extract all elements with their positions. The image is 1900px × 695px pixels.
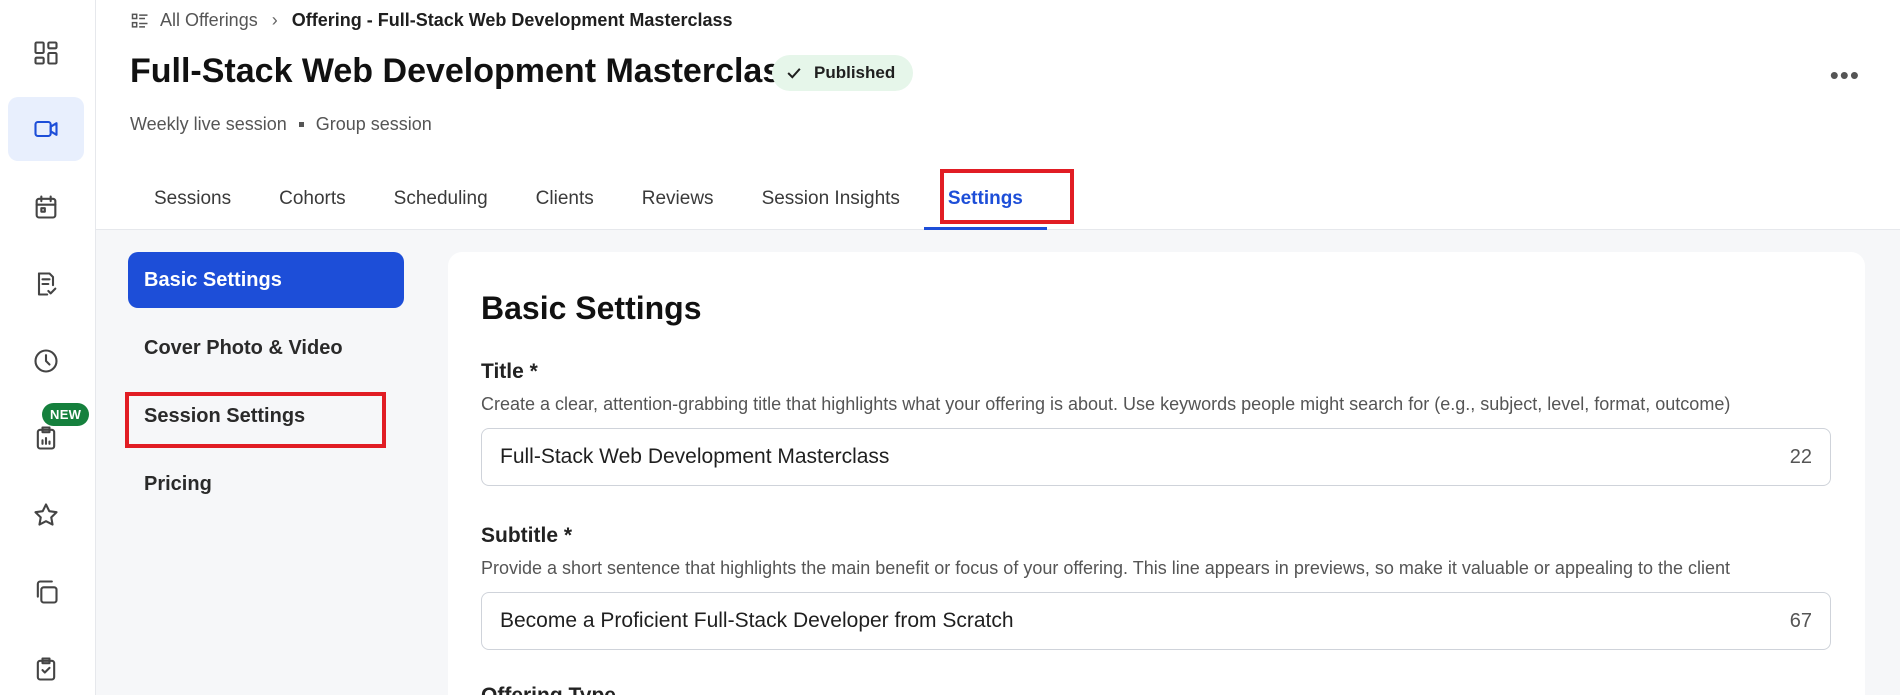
- rail-dashboard[interactable]: [8, 21, 84, 85]
- offering-type-label: Offering Type: [481, 684, 616, 695]
- menu-basic-settings[interactable]: Basic Settings: [128, 252, 404, 308]
- subtitle-input[interactable]: Become a Proficient Full-Stack Developer…: [481, 592, 1831, 650]
- status-badge-label: Published: [814, 63, 896, 82]
- tab-reviews[interactable]: Reviews: [618, 170, 738, 230]
- breadcrumb-all-offerings[interactable]: All Offerings: [160, 10, 258, 31]
- status-badge: Published: [772, 55, 914, 91]
- subtitle-char-count: 67: [1789, 609, 1812, 632]
- breadcrumb-current: Offering - Full-Stack Web Development Ma…: [291, 10, 733, 30]
- title-label: Title *: [481, 360, 538, 383]
- meta-type: Group session: [315, 114, 432, 134]
- highlight-box-session-settings: [125, 392, 386, 448]
- calendar-icon: [35, 195, 57, 219]
- rail-reviews[interactable]: [8, 483, 84, 547]
- tab-sessions[interactable]: Sessions: [130, 170, 255, 230]
- subtitle-label: Subtitle *: [481, 524, 573, 547]
- copy-icon: [36, 580, 58, 604]
- meta-frequency: Weekly live session: [130, 114, 287, 134]
- menu-cover-photo-video[interactable]: Cover Photo & Video: [128, 320, 404, 376]
- meta-separator: [298, 122, 304, 127]
- video-icon: [34, 120, 58, 138]
- app: NEW All Offerings › Offering - Full-Stac…: [0, 0, 1900, 695]
- tab-cohorts[interactable]: Cohorts: [255, 170, 370, 230]
- more-options-icon[interactable]: •••: [1830, 60, 1860, 91]
- clock-icon: [34, 349, 58, 373]
- rail-library[interactable]: [8, 560, 84, 624]
- chevron-right-icon: ›: [271, 10, 278, 30]
- new-badge: NEW: [42, 403, 90, 426]
- section-title: Basic Settings: [481, 290, 702, 326]
- basic-settings-card: Basic Settings Title * Create a clear, a…: [448, 252, 1865, 695]
- rail-offerings[interactable]: [8, 97, 84, 161]
- offering-meta: Weekly live session Group session: [130, 114, 432, 135]
- tab-session-insights[interactable]: Session Insights: [738, 170, 924, 230]
- rail-tasks[interactable]: [8, 637, 84, 695]
- tab-scheduling[interactable]: Scheduling: [370, 170, 512, 230]
- title-help: Create a clear, attention-grabbing title…: [481, 394, 1731, 414]
- report-icon: [36, 426, 56, 450]
- menu-pricing[interactable]: Pricing: [128, 456, 404, 512]
- dashboard-icon: [34, 41, 58, 65]
- tab-bar: Sessions Cohorts Scheduling Clients Revi…: [130, 170, 1047, 230]
- checklist-icon: [37, 272, 57, 296]
- breadcrumb: All Offerings › Offering - Full-Stack We…: [130, 10, 733, 31]
- rail-history[interactable]: [8, 329, 84, 393]
- rail-checklist[interactable]: [8, 252, 84, 316]
- check-icon: [787, 68, 801, 79]
- left-rail: NEW: [0, 0, 96, 695]
- highlight-box-settings-tab: [940, 169, 1074, 224]
- tab-clients[interactable]: Clients: [512, 170, 618, 230]
- title-input[interactable]: Full-Stack Web Development Masterclass 2…: [481, 428, 1831, 486]
- title-input-value: Full-Stack Web Development Masterclass: [500, 445, 890, 468]
- subtitle-help: Provide a short sentence that highlights…: [481, 558, 1731, 578]
- star-icon: [34, 503, 58, 526]
- list-icon: [130, 11, 150, 31]
- rail-calendar[interactable]: [8, 175, 84, 239]
- clipboard-check-icon: [36, 657, 56, 681]
- settings-side-menu: Basic Settings Cover Photo & Video Sessi…: [128, 252, 404, 524]
- page-title: Full-Stack Web Development Masterclass: [130, 52, 801, 90]
- subtitle-input-value: Become a Proficient Full-Stack Developer…: [500, 609, 1014, 632]
- title-char-count: 22: [1789, 445, 1812, 468]
